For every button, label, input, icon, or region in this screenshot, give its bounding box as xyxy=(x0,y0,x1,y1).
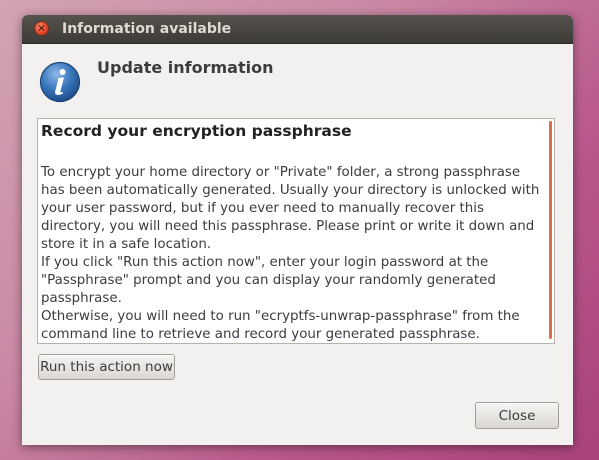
close-button[interactable]: Close xyxy=(475,402,559,429)
info-icon xyxy=(39,61,81,103)
paragraph-1: To encrypt your home directory or "Priva… xyxy=(41,165,540,252)
window-title: Information available xyxy=(62,21,232,37)
dialog-heading: Update information xyxy=(97,58,274,77)
scrollbar[interactable] xyxy=(549,121,552,339)
dialog-window: × Information available Update informati… xyxy=(22,15,573,445)
content-title: Record your encryption passphrase xyxy=(41,122,352,140)
paragraph-3: Otherwise, you will need to run "ecryptf… xyxy=(41,309,520,342)
close-glyph: × xyxy=(37,22,46,34)
paragraph-2: If you click "Run this action now", ente… xyxy=(41,255,496,306)
info-text-area[interactable]: Record your encryption passphrase To enc… xyxy=(37,118,555,344)
run-action-button[interactable]: Run this action now xyxy=(38,354,175,380)
window-close-icon[interactable]: × xyxy=(34,21,49,36)
titlebar: × Information available xyxy=(22,15,573,44)
